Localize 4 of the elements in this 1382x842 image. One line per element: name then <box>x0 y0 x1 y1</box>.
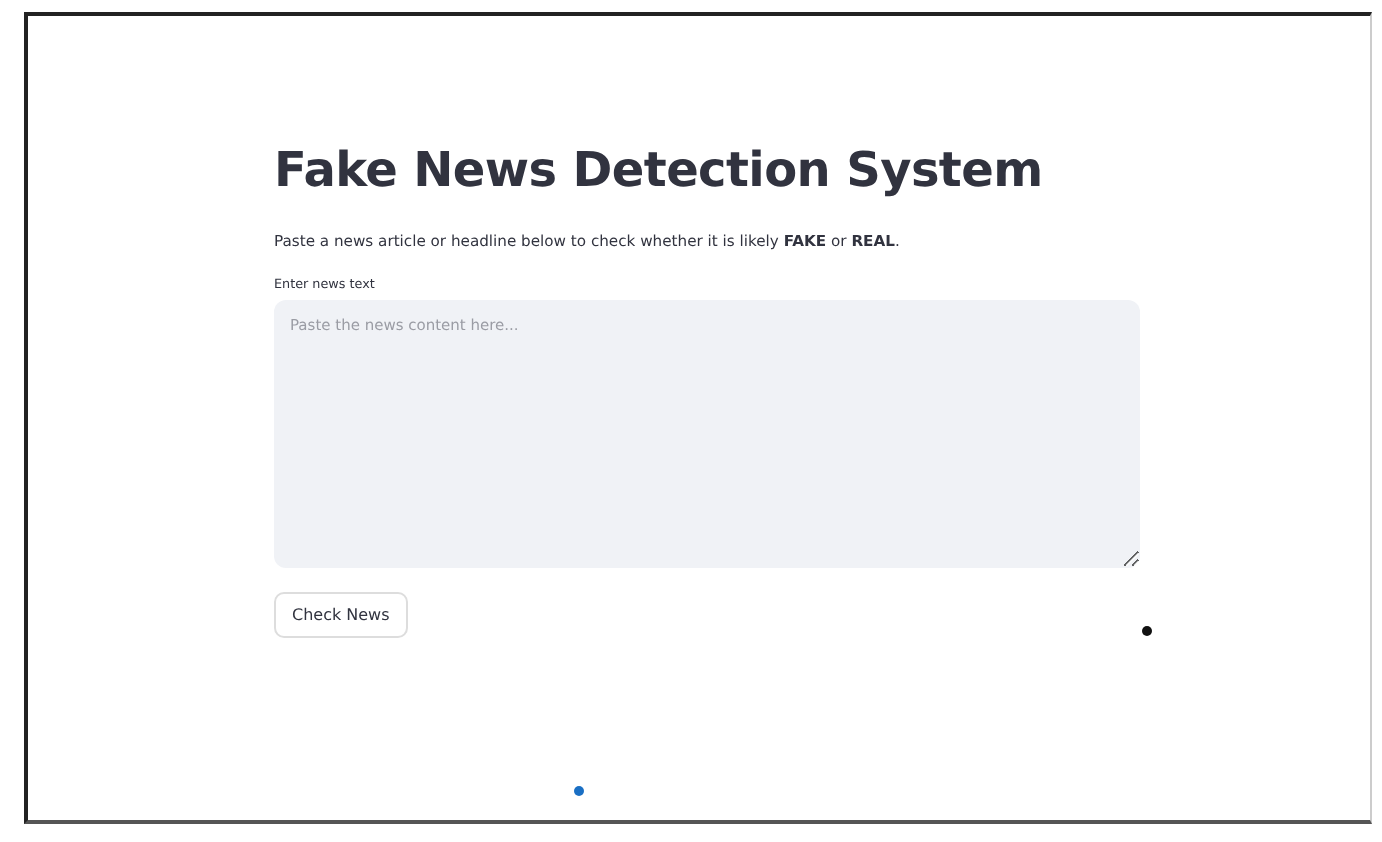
page-title: Fake News Detection System <box>274 140 1045 200</box>
check-news-button[interactable]: Check News <box>274 592 408 638</box>
dot-icon <box>1142 626 1152 636</box>
dot-icon <box>574 786 584 796</box>
